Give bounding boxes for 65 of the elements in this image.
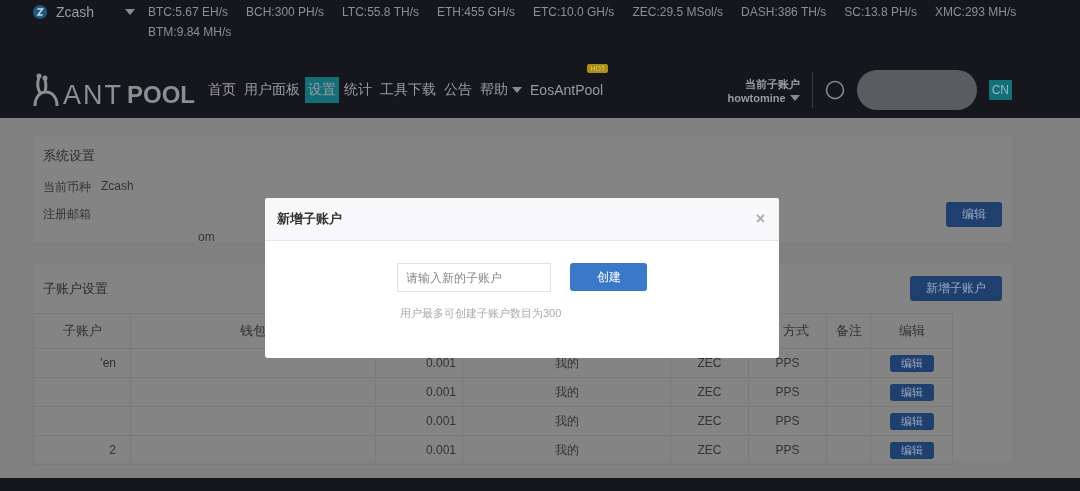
field-value: om	[198, 230, 215, 244]
caret-icon	[789, 94, 800, 101]
table-cell: PPS	[775, 414, 800, 428]
hashrate-text: BTC:5.67 EH/s	[148, 5, 229, 19]
logo-text: ANT	[63, 83, 123, 107]
hashrate-text: DASH:386 TH/s	[741, 5, 827, 19]
column-header: 备注	[835, 323, 862, 338]
hashrate-text: BCH:300 PH/s	[246, 5, 325, 19]
column-header: 子账户	[62, 323, 102, 338]
table-cell: 0.001	[425, 443, 456, 457]
edit-button[interactable]: 编辑	[889, 412, 934, 430]
column-header: 方式	[782, 323, 809, 338]
hint-text: 用户最多可创建子账户数目为300	[400, 306, 562, 321]
hashrate-text: SC:13.8 PH/s	[844, 5, 917, 19]
table-cell: 我的	[554, 442, 579, 457]
column-header: 编辑	[898, 323, 925, 338]
caret-icon[interactable]	[125, 9, 135, 15]
hashrate-text: XMC:293 MH/s	[934, 5, 1017, 19]
table-cell: PPS	[775, 356, 800, 370]
table-cell: PPS	[775, 443, 800, 457]
column-header: 钱包	[240, 323, 266, 338]
nav-tab[interactable]: 帮助	[477, 77, 525, 103]
table-cell: ZEC	[697, 414, 722, 428]
dialog-title: 新增子账户	[277, 210, 342, 228]
hashrate-text: ZEC:29.5 MSol/s	[632, 5, 724, 19]
user-icon[interactable]	[824, 80, 845, 100]
hashrate-text: ETC:10.0 GH/s	[533, 5, 615, 19]
add-subaccount-button[interactable]: 新增子账户	[910, 276, 1002, 301]
hashrate-text: LTC:55.8 TH/s	[342, 5, 419, 19]
nav-tab[interactable]: 统计	[341, 77, 375, 103]
table-cell: ZEC	[697, 443, 722, 457]
field-label: 当前币种	[43, 179, 91, 196]
table-cell: ZEC	[697, 356, 722, 370]
table-cell: 2	[109, 443, 116, 457]
logo-text: POOL	[127, 83, 195, 107]
table-cell: ZEC	[697, 385, 722, 399]
account-selector[interactable]: howtomine	[727, 91, 800, 104]
nav-tab[interactable]: 工具下载	[377, 77, 439, 103]
account-label: 当前子账户	[744, 76, 800, 92]
table-cell: 0.001	[425, 356, 456, 370]
table-cell: 0.001	[425, 385, 456, 399]
section-title: 系统设置	[43, 147, 96, 165]
edit-button[interactable]: 编辑	[889, 383, 934, 401]
section-title: 子账户设置	[43, 279, 108, 298]
nav-tab[interactable]: 用户面板	[241, 77, 303, 103]
edit-button[interactable]: 编辑	[946, 202, 1002, 227]
ant-logo-icon[interactable]	[33, 73, 59, 107]
hashrate-text: BTM:9.84 MH/s	[148, 25, 232, 39]
table-cell: 0.001	[425, 414, 456, 428]
table-cell: 我的	[554, 384, 579, 399]
create-button[interactable]: 创建	[570, 263, 647, 291]
table-cell: PPS	[775, 385, 800, 399]
language-button[interactable]: CN	[988, 80, 1012, 100]
subaccount-input[interactable]: 请输入新的子账户	[397, 263, 551, 292]
table-cell: 我的	[554, 413, 579, 428]
coin-name[interactable]: Zcash	[56, 4, 116, 20]
table-cell: 'en	[100, 356, 116, 370]
field-value: Zcash	[101, 179, 134, 195]
hashrate-text: ETH:455 GH/s	[437, 5, 515, 19]
edit-button[interactable]: 编辑	[889, 441, 934, 459]
nav-tab[interactable]: 首页	[205, 77, 239, 103]
nav-tab[interactable]: 公告	[441, 77, 475, 103]
edit-button[interactable]: 编辑	[889, 354, 934, 372]
zcash-coin-icon	[33, 5, 47, 19]
field-label: 注册邮箱	[43, 206, 91, 223]
